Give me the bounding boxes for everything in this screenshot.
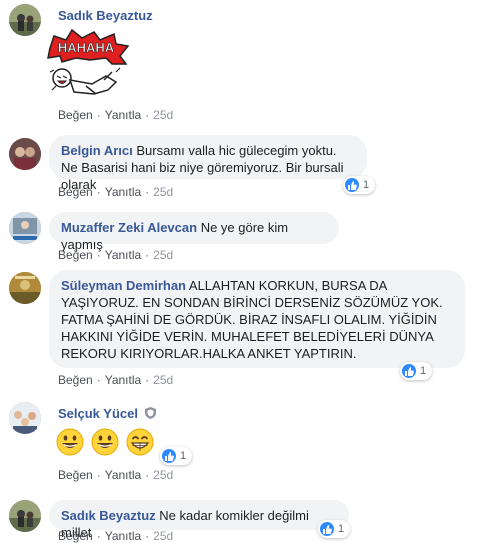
- comment-author[interactable]: Muzaffer Zeki Alevcan: [61, 220, 197, 235]
- avatar[interactable]: [9, 402, 41, 434]
- grinning-face-emoji: [56, 428, 84, 456]
- comment-actions: Beğen · Yanıtla · 25d: [58, 185, 174, 199]
- laughing-sticker: HAHAHA: [46, 28, 130, 102]
- reply-button[interactable]: Yanıtla: [105, 185, 141, 199]
- comment-author[interactable]: Belgin Arıcı: [61, 143, 133, 158]
- timestamp[interactable]: 25d: [153, 108, 173, 122]
- reaction-count[interactable]: 1: [400, 362, 433, 380]
- reaction-count[interactable]: 1: [318, 520, 351, 538]
- like-button[interactable]: Beğen: [58, 468, 93, 482]
- comment-actions: Beğen · Yanıtla · 25d: [58, 248, 174, 262]
- like-button[interactable]: Beğen: [58, 529, 93, 543]
- avatar[interactable]: [9, 500, 41, 532]
- beaming-face-emoji: [126, 428, 154, 456]
- avatar[interactable]: [9, 138, 41, 170]
- reaction-count[interactable]: 1: [160, 447, 193, 465]
- timestamp[interactable]: 25d: [153, 529, 173, 543]
- avatar[interactable]: [9, 212, 41, 244]
- reaction-count[interactable]: 1: [343, 176, 376, 194]
- timestamp[interactable]: 25d: [153, 468, 173, 482]
- comment-actions: Beğen · Yanıtla · 25d: [58, 529, 174, 543]
- avatar[interactable]: [9, 272, 41, 304]
- sticker-text: HAHAHA: [58, 40, 115, 55]
- timestamp[interactable]: 25d: [153, 373, 173, 387]
- reply-button[interactable]: Yanıtla: [105, 108, 141, 122]
- comment-actions: Beğen · Yanıtla · 25d: [58, 373, 174, 387]
- like-button[interactable]: Beğen: [58, 185, 93, 199]
- reply-button[interactable]: Yanıtla: [105, 529, 141, 543]
- comment-author-row: Selçuk Yücel: [58, 406, 156, 422]
- like-button[interactable]: Beğen: [58, 248, 93, 262]
- like-icon: [402, 364, 416, 378]
- reply-button[interactable]: Yanıtla: [105, 468, 141, 482]
- grinning-face-emoji: [91, 428, 119, 456]
- like-icon: [320, 522, 334, 536]
- comment-actions: Beğen · Yanıtla · 25d: [58, 108, 174, 122]
- comment-author[interactable]: Sadık Beyaztuz: [58, 8, 153, 23]
- comment-author[interactable]: Süleyman Demirhan: [61, 278, 186, 293]
- timestamp[interactable]: 25d: [153, 185, 173, 199]
- reply-button[interactable]: Yanıtla: [105, 248, 141, 262]
- timestamp[interactable]: 25d: [153, 248, 173, 262]
- like-icon: [162, 449, 176, 463]
- comment-author[interactable]: Sadık Beyaztuz: [61, 508, 156, 523]
- comment-author[interactable]: Selçuk Yücel: [58, 406, 138, 421]
- like-button[interactable]: Beğen: [58, 373, 93, 387]
- comment-bubble: Belgin Arıcı Bursamı valla hic gülecegim…: [49, 135, 367, 192]
- comment-bubble: Muzaffer Zeki Alevcan Ne ye göre kim yap…: [49, 212, 339, 252]
- reply-button[interactable]: Yanıtla: [105, 373, 141, 387]
- shield-icon: [144, 407, 156, 422]
- like-icon: [345, 178, 359, 192]
- comment-bubble: Sadık Beyaztuz Ne kadar komikler değilmi…: [49, 500, 349, 540]
- avatar[interactable]: [9, 4, 41, 36]
- comment-actions: Beğen · Yanıtla · 25d: [58, 468, 174, 482]
- comment-bubble: Süleyman Demirhan ALLAHTAN KORKUN, BURSA…: [49, 270, 465, 368]
- like-button[interactable]: Beğen: [58, 108, 93, 122]
